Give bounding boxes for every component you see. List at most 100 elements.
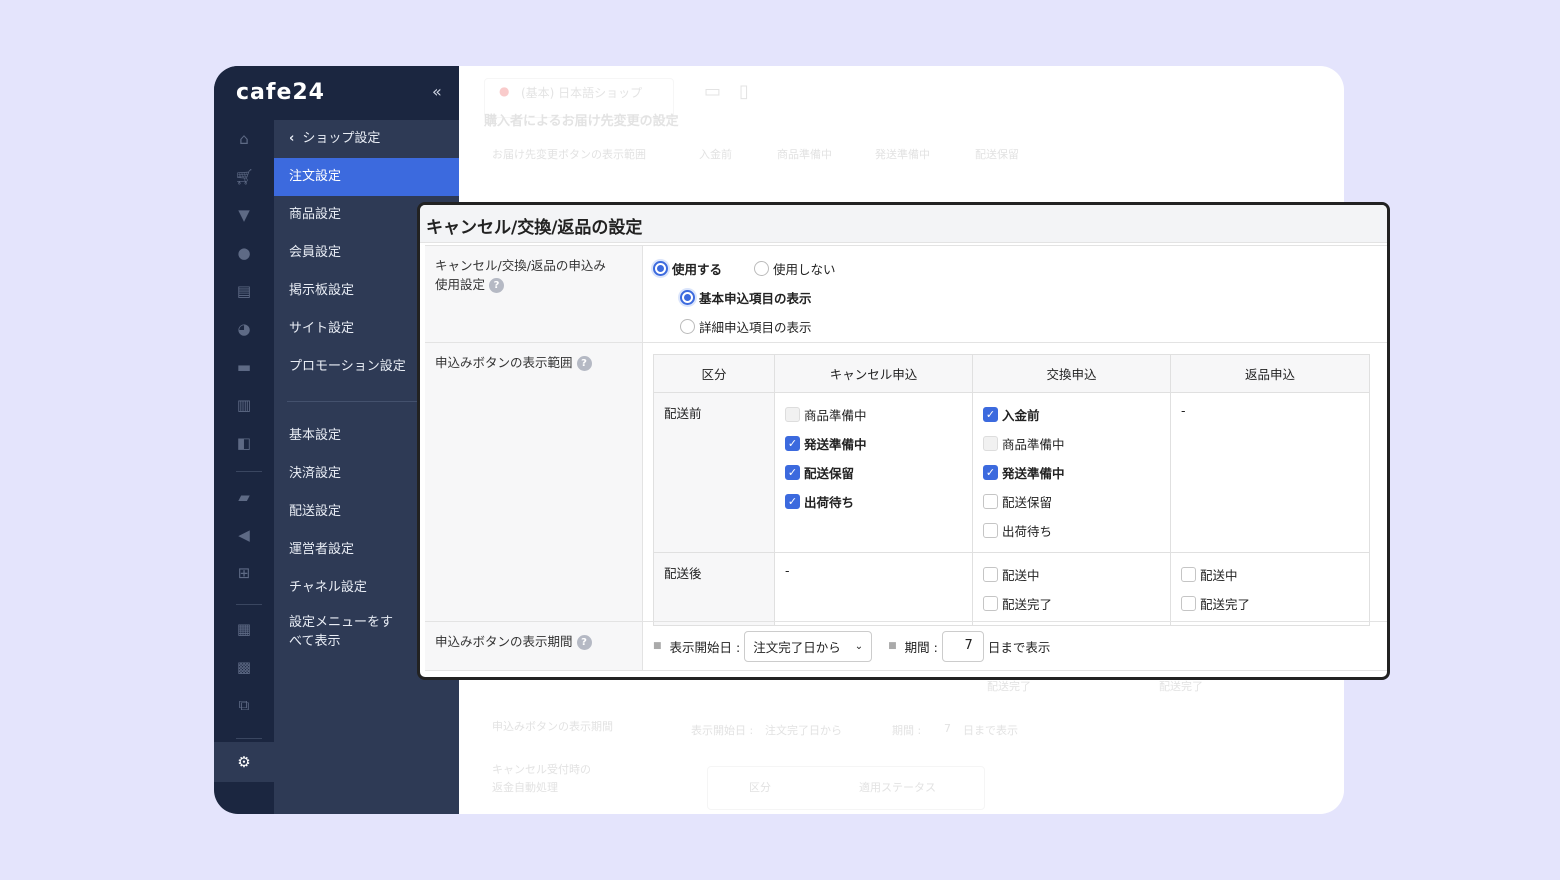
bg-refund-label: 返金自動処理 [492,781,558,794]
bg-period: 期間 : [892,724,922,737]
bg-days: 7 [944,722,951,735]
cancel-before-checkbox[interactable]: ✓ 出荷待ち [785,487,962,516]
start-date-label: 表示開始日 : [669,639,741,655]
col-header: 区分 [653,354,775,393]
help-icon[interactable]: ? [489,278,504,293]
until-label: 日まで表示 [987,639,1051,655]
cancel-after-cell: - [774,552,973,626]
bg-range-label: お届け先変更ボタンの表示範囲 [492,148,646,161]
megaphone-icon[interactable]: ◀ [214,516,274,554]
radio-label: 使用しない [773,262,836,277]
sidebar-header: cafe24 « [214,66,459,120]
bg-period-label: 申込みボタンの表示期間 [492,720,613,733]
basic-items-radio[interactable]: 基本申込項目の表示 [680,288,812,307]
label-text: 申込みボタンの表示範囲 [435,355,573,370]
select-value: 注文完了日から [753,639,841,655]
bg-status: 入金前 [699,148,732,161]
gear-icon[interactable]: ⚙ [214,742,274,782]
section-label: ショップ設定 [302,131,381,146]
shop-select[interactable]: (基本) 日本語ショップ [521,84,642,101]
checkbox-label: 配送保留 [804,466,855,481]
user-icon[interactable]: ● [214,234,274,272]
cancel-before-cell: 商品準備中 ✓ 発送準備中 ✓ 配送保留 ✓ 出荷待ち [774,392,973,553]
checkbox-label: 出荷待ち [804,495,855,510]
chevron-left-icon: ‹ [289,131,295,146]
help-icon[interactable]: ? [576,635,592,650]
bg-col: 区分 [749,781,771,794]
apps-add-icon[interactable]: ▦ [214,610,274,648]
excel-icon[interactable]: ◧ [214,424,274,462]
return-after-checkbox[interactable]: 配送完了 [1181,589,1359,618]
bg-col: 適用ステータス [859,781,936,794]
exchange-after-checkbox[interactable]: 配送中 [983,560,1160,589]
coupon-icon[interactable]: ▬ [214,348,274,386]
checkbox [983,494,998,509]
start-date-select[interactable]: 注文完了日から ⌄ [744,630,873,662]
home-icon[interactable]: ⌂ [214,120,274,158]
bg-status: 配送完了 [1159,680,1203,693]
use-on-radio[interactable]: 使用する [653,259,722,278]
bg-status: 配送完了 [987,680,1031,693]
help-icon[interactable]: ? [576,356,592,371]
logo[interactable]: cafe24 [236,80,325,105]
palette-icon[interactable]: ◕ [214,310,274,348]
collapse-sidebar-icon[interactable]: « [432,82,442,101]
exchange-before-checkbox[interactable]: ✓ 発送準備中 [983,458,1160,487]
radio-label: 詳細申込項目の表示 [699,320,812,335]
exchange-before-checkbox[interactable]: 配送保留 [983,487,1160,516]
exchange-before-checkbox[interactable]: ✓ 入金前 [983,400,1160,429]
exchange-after-checkbox[interactable]: 配送完了 [983,589,1160,618]
cancel-exchange-return-settings-panel: キャンセル/交換/返品の設定 キャンセル/交換/返品の申込み 使用設定 ? 使用す… [417,202,1390,680]
col-header: 交換申込 [972,354,1171,393]
exchange-before-checkbox[interactable]: 商品準備中 [983,429,1160,458]
folder-add-icon[interactable]: ▩ [214,648,274,686]
checkbox [983,436,998,451]
sidebar-item-order[interactable]: 注文設定 [274,158,459,196]
label-text: 申込みボタンの表示期間 [435,634,573,649]
cancel-before-checkbox[interactable]: ✓ 発送準備中 [785,429,962,458]
briefcase-icon[interactable]: ▰ [214,478,274,516]
bg-status: 配送保留 [975,148,1019,161]
cancel-before-checkbox[interactable]: ✓ 配送保留 [785,458,962,487]
checkbox: ✓ [983,407,998,422]
use-off-radio[interactable]: 使用しない [754,259,836,278]
checkbox [983,523,998,538]
return-after-checkbox[interactable]: 配送中 [1181,560,1359,589]
checkbox-label: 配送中 [1002,568,1040,583]
exchange-after-cell: 配送中 配送完了 [972,552,1171,626]
exchange-before-cell: ✓ 入金前商品準備中 ✓ 発送準備中配送保留出荷待ち [972,392,1171,553]
desktop-icon[interactable]: ▭ [704,81,721,102]
col-header: キャンセル申込 [774,354,973,393]
detail-items-radio[interactable]: 詳細申込項目の表示 [680,317,812,336]
store-add-icon[interactable]: ⊞ [214,554,274,592]
checkbox: ✓ [785,465,800,480]
radio-label: 基本申込項目の表示 [699,291,812,306]
bg-start-select: 注文完了日から [765,724,842,737]
exchange-before-checkbox[interactable]: 出荷待ち [983,516,1160,545]
checkbox: ✓ [785,436,800,451]
checkbox-label: 配送保留 [1002,495,1053,510]
board-icon[interactable]: ▤ [214,272,274,310]
chart-icon[interactable]: ▥ [214,386,274,424]
row-before: 配送前 [653,392,775,553]
checkbox: ✓ [785,494,800,509]
checkbox: ✓ [983,465,998,480]
range-label: 申込みボタンの表示範囲 ? [425,343,643,621]
checkbox-label: 入金前 [1002,408,1040,423]
link-icon[interactable]: ⧉ [214,686,274,724]
shirt-icon[interactable]: ▼ [214,196,274,234]
mobile-icon[interactable]: ▯ [739,81,749,102]
back-to-shop-settings[interactable]: ‹ ショップ設定 [274,120,459,158]
return-before-cell: - [1170,392,1370,553]
label-line: キャンセル/交換/返品の申込み [435,258,606,273]
period-label: 申込みボタンの表示期間 ? [425,622,643,670]
checkbox-label: 発送準備中 [804,437,867,452]
checkbox-label: 配送完了 [1200,597,1251,612]
period-days-input[interactable]: 7 [941,630,984,662]
cart-icon[interactable]: 🛒︎ [214,158,274,196]
return-after-cell: 配送中 配送完了 [1170,552,1370,626]
checkbox [785,407,800,422]
bg-until: 日まで表示 [963,724,1018,737]
cancel-before-checkbox[interactable]: 商品準備中 [785,400,962,429]
sidebar-item-show-all[interactable]: 設定メニューをすべて表示 [274,607,404,651]
